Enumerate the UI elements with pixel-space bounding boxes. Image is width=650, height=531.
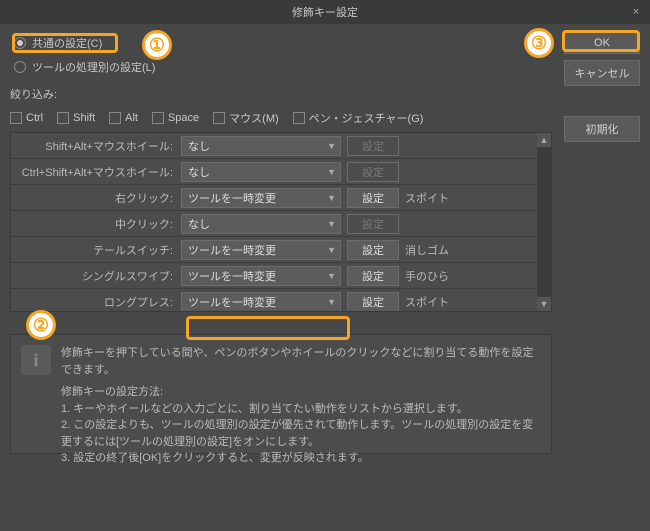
table-row: Shift+Alt+マウスホイール:なし▼ 設定 bbox=[11, 133, 537, 159]
filter-space[interactable]: Space bbox=[152, 112, 199, 124]
row-label: Ctrl+Shift+Alt+マウスホイール: bbox=[11, 164, 181, 180]
radio-icon bbox=[14, 37, 26, 49]
table-row: ロングプレス:ツールを一時変更▼ 設定スポイト bbox=[11, 289, 537, 312]
radio-label: 共通の設定(C) bbox=[32, 35, 102, 51]
row-label: Shift+Alt+マウスホイール: bbox=[11, 138, 181, 154]
annotation-badge-2: ② bbox=[26, 310, 56, 340]
chevron-down-icon: ▼ bbox=[327, 141, 336, 151]
action-dropdown[interactable]: ツールを一時変更▼ bbox=[181, 266, 341, 286]
info-step2: 2. この設定よりも、ツールの処理別の設定が優先されて動作します。ツールの処理別… bbox=[61, 417, 541, 450]
row-extra: スポイト bbox=[405, 294, 449, 310]
filter-pen[interactable]: ペン・ジェスチャー(G) bbox=[293, 110, 424, 126]
info-icon: i bbox=[21, 345, 51, 375]
reset-button[interactable]: 初期化 bbox=[564, 116, 640, 142]
action-dropdown[interactable]: なし▼ bbox=[181, 136, 341, 156]
filter-shift[interactable]: Shift bbox=[57, 112, 95, 124]
chevron-down-icon: ▼ bbox=[327, 297, 336, 307]
annotation-badge-3: ③ bbox=[524, 28, 554, 58]
ok-button[interactable]: OK bbox=[564, 32, 640, 54]
row-label: シングルスワイプ: bbox=[11, 268, 181, 284]
annotation-badge-1: ① bbox=[142, 30, 172, 60]
radio-common-settings[interactable]: 共通の設定(C) bbox=[10, 32, 552, 54]
chevron-down-icon: ▼ bbox=[327, 167, 336, 177]
row-extra: 手のひら bbox=[405, 268, 449, 284]
settings-button: 設定 bbox=[347, 136, 399, 156]
window-title: 修飾キー設定 bbox=[292, 4, 358, 20]
info-step3: 3. 設定の終了後[OK]をクリックすると、変更が反映されます。 bbox=[61, 450, 541, 467]
row-extra: スポイト bbox=[405, 190, 449, 206]
action-dropdown[interactable]: なし▼ bbox=[181, 214, 341, 234]
info-heading: 修飾キーの設定方法: bbox=[61, 384, 541, 401]
scrollbar[interactable]: ▲ ▼ bbox=[537, 133, 551, 311]
cancel-button[interactable]: キャンセル bbox=[564, 60, 640, 86]
table-row: テールスイッチ:ツールを一時変更▼ 設定消しゴム bbox=[11, 237, 537, 263]
filter-checkboxes: Ctrl Shift Alt Space マウス(M) ペン・ジェスチャー(G) bbox=[10, 106, 552, 132]
radio-per-tool-settings[interactable]: ツールの処理別の設定(L) bbox=[10, 56, 552, 78]
action-dropdown[interactable]: ツールを一時変更▼ bbox=[181, 292, 341, 312]
table-row: シングルスワイプ:ツールを一時変更▼ 設定手のひら bbox=[11, 263, 537, 289]
radio-icon bbox=[14, 61, 26, 73]
action-dropdown[interactable]: なし▼ bbox=[181, 162, 341, 182]
info-line1: 修飾キーを押下している間や、ペンのボタンやホイールのクリックなどに割り当てる動作… bbox=[61, 345, 541, 378]
bindings-table: Shift+Alt+マウスホイール:なし▼設定Ctrl+Shift+Alt+マウ… bbox=[10, 132, 552, 312]
filter-mouse[interactable]: マウス(M) bbox=[213, 110, 279, 126]
chevron-down-icon: ▼ bbox=[327, 245, 336, 255]
chevron-down-icon: ▼ bbox=[327, 219, 336, 229]
row-label: テールスイッチ: bbox=[11, 242, 181, 258]
row-extra: 消しゴム bbox=[405, 242, 449, 258]
action-dropdown[interactable]: ツールを一時変更▼ bbox=[181, 188, 341, 208]
title-bar: 修飾キー設定 × bbox=[0, 0, 650, 24]
close-icon[interactable]: × bbox=[628, 4, 644, 20]
radio-label: ツールの処理別の設定(L) bbox=[32, 59, 155, 75]
info-panel: i 修飾キーを押下している間や、ペンのボタンやホイールのクリックなどに割り当てる… bbox=[10, 334, 552, 454]
settings-button[interactable]: 設定 bbox=[347, 188, 399, 208]
settings-button[interactable]: 設定 bbox=[347, 240, 399, 260]
scroll-up-icon[interactable]: ▲ bbox=[537, 133, 551, 147]
action-dropdown[interactable]: ツールを一時変更▼ bbox=[181, 240, 341, 260]
filter-alt[interactable]: Alt bbox=[109, 112, 138, 124]
filter-label: 絞り込み: bbox=[10, 86, 552, 102]
filter-ctrl[interactable]: Ctrl bbox=[10, 112, 43, 124]
row-label: 右クリック: bbox=[11, 190, 181, 206]
table-row: 右クリック:ツールを一時変更▼ 設定スポイト bbox=[11, 185, 537, 211]
row-label: ロングプレス: bbox=[11, 294, 181, 310]
settings-button[interactable]: 設定 bbox=[347, 292, 399, 312]
chevron-down-icon: ▼ bbox=[327, 193, 336, 203]
settings-button: 設定 bbox=[347, 162, 399, 182]
info-step1: 1. キーやホイールなどの入力ごとに、割り当てたい動作をリストから選択します。 bbox=[61, 401, 541, 418]
row-label: 中クリック: bbox=[11, 216, 181, 232]
scroll-down-icon[interactable]: ▼ bbox=[537, 297, 551, 311]
settings-button[interactable]: 設定 bbox=[347, 266, 399, 286]
table-row: 中クリック:なし▼ 設定 bbox=[11, 211, 537, 237]
chevron-down-icon: ▼ bbox=[327, 271, 336, 281]
table-row: Ctrl+Shift+Alt+マウスホイール:なし▼ 設定 bbox=[11, 159, 537, 185]
settings-button: 設定 bbox=[347, 214, 399, 234]
